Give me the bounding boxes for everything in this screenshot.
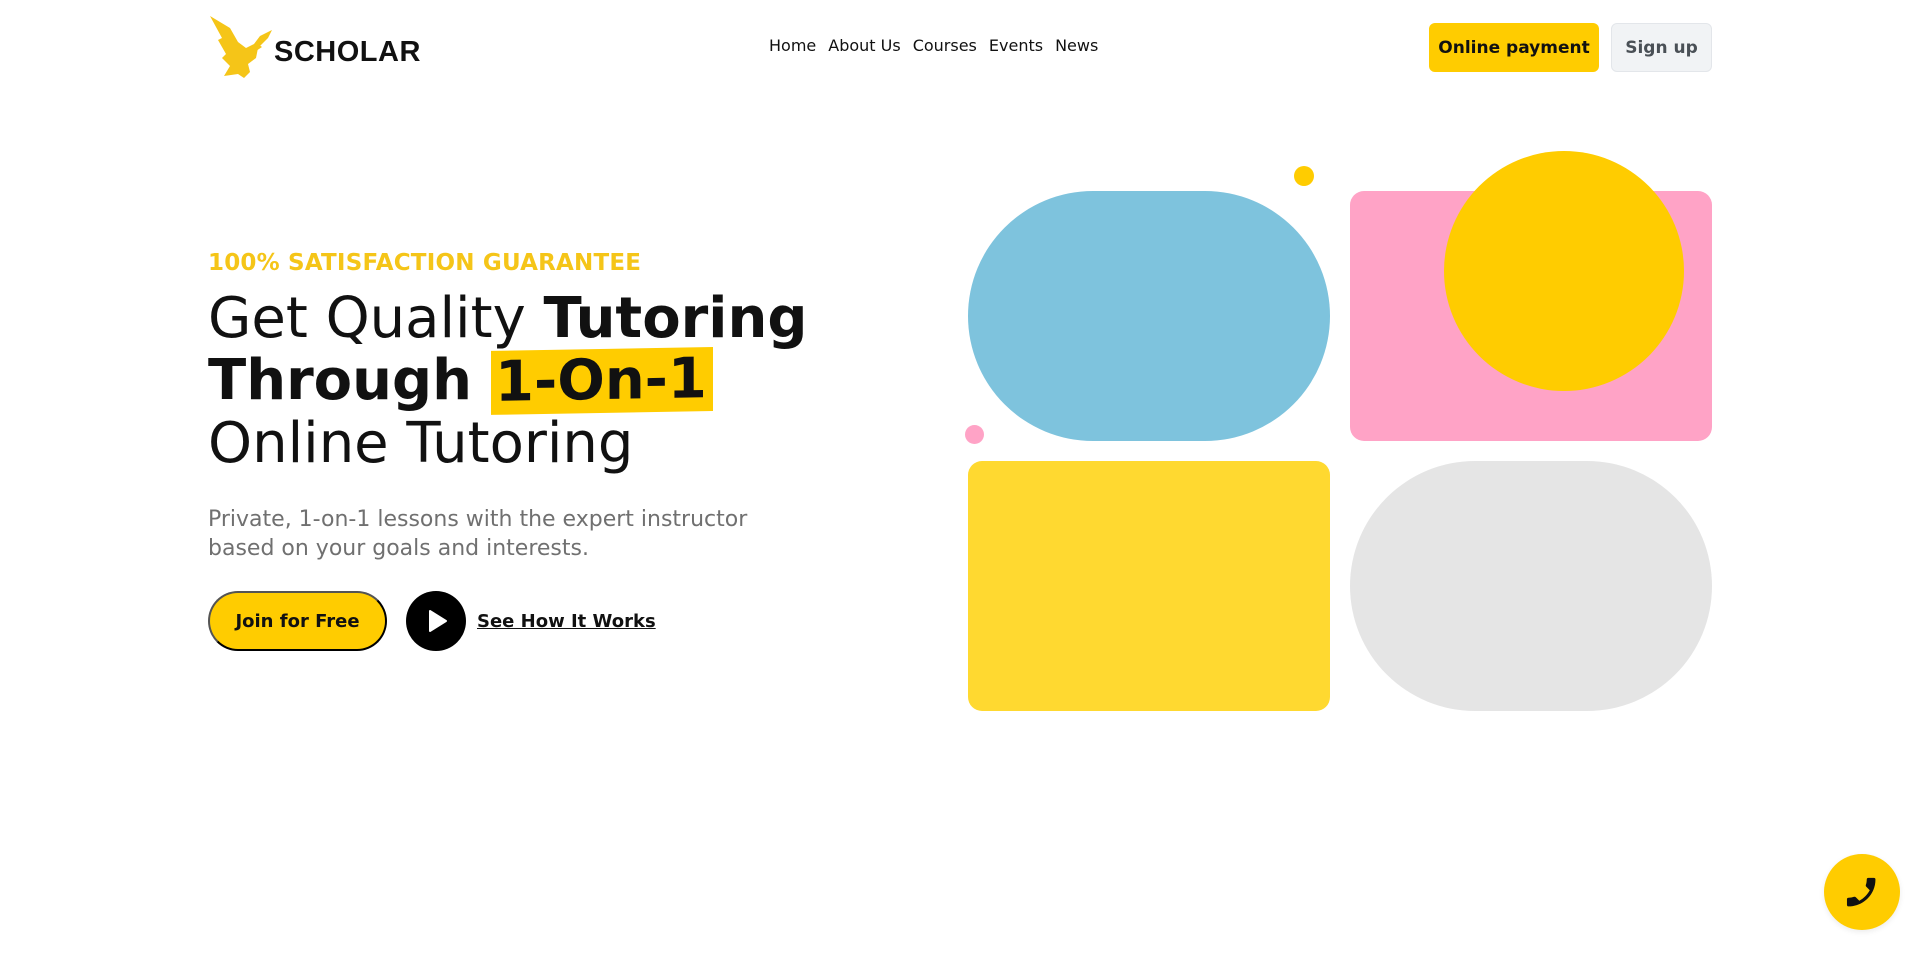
headline-highlight: 1-On-1 (491, 346, 714, 415)
call-button[interactable] (1824, 854, 1900, 930)
play-button[interactable] (406, 591, 466, 651)
play-icon (429, 610, 447, 632)
join-for-free-button[interactable]: Join for Free (208, 591, 387, 651)
online-payment-button[interactable]: Online payment (1429, 23, 1599, 72)
yellow-dot-shape (1294, 166, 1314, 186)
hero-headline: Get Quality Tutoring Through 1-On-1 Onli… (208, 288, 807, 474)
headline-light-1: Get Quality (208, 286, 544, 351)
hero-lead: Private, 1-on-1 lessons with the expert … (208, 507, 748, 561)
gray-pill-shape (1350, 461, 1712, 711)
yellow-circle-shape (1444, 151, 1684, 391)
pink-dot-shape (965, 425, 984, 444)
nav-about-us[interactable]: About Us (828, 36, 900, 55)
nav-events[interactable]: Events (989, 36, 1043, 55)
hero-eyebrow: 100% SATISFACTION GUARANTEE (208, 250, 642, 276)
eagle-icon (210, 16, 272, 78)
brand-logo[interactable]: SCHOLAR (208, 14, 421, 80)
site-header: SCHOLAR Home About Us Courses Events New… (0, 0, 1920, 96)
brand-name: SCHOLAR (274, 36, 421, 68)
nav-news[interactable]: News (1055, 36, 1098, 55)
headline-light-3: Online Tutoring (208, 411, 634, 476)
phone-icon (1846, 877, 1876, 907)
headline-bold-2: Through (208, 348, 492, 413)
sign-up-button[interactable]: Sign up (1611, 23, 1712, 72)
nav-home[interactable]: Home (769, 36, 816, 55)
blue-pill-shape (968, 191, 1330, 441)
main-nav: Home About Us Courses Events News (769, 36, 1098, 55)
see-how-it-works-link[interactable]: See How It Works (477, 611, 656, 632)
headline-bold-1: Tutoring (543, 286, 808, 351)
nav-courses[interactable]: Courses (913, 36, 977, 55)
yellow-rect-shape (968, 461, 1330, 711)
see-how-it-works[interactable]: See How It Works (406, 591, 656, 651)
